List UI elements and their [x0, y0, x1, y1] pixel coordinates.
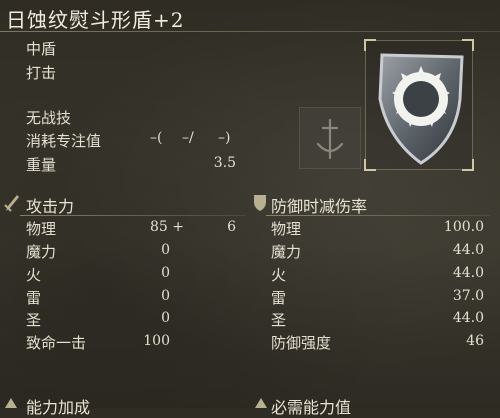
guard-boost-value: 46 — [466, 333, 484, 349]
attack-holy-value: 0 — [161, 310, 170, 326]
fp-cost-part2: –/ — [182, 130, 194, 146]
weapon-type: 中盾 — [26, 40, 57, 58]
sword-icon — [4, 195, 19, 212]
attack-holy-label: 圣 — [26, 311, 42, 329]
fp-cost-part1: –( — [150, 130, 163, 146]
guard-lightning-label: 雷 — [271, 289, 287, 307]
weight-label: 重量 — [26, 156, 57, 174]
skill-name: 无战技 — [26, 109, 72, 127]
item-image-frame — [364, 39, 474, 171]
attribute-scaling-header: 能力加成 — [26, 398, 91, 417]
guard-lightning-value: 37.0 — [452, 288, 484, 304]
attack-physical-value: 85 + — [150, 219, 184, 235]
attributes-required-header: 必需能力值 — [271, 398, 352, 417]
attack-critical-label: 致命一击 — [26, 334, 87, 352]
guard-fire-label: 火 — [271, 266, 287, 284]
attack-header: 攻击力 — [26, 197, 75, 216]
attack-lightning-value: 0 — [161, 288, 170, 304]
guard-magic-value: 44.0 — [452, 242, 484, 258]
guard-divider — [266, 215, 490, 216]
attack-physical-bonus: 6 — [227, 219, 236, 235]
guard-magic-label: 魔力 — [271, 243, 302, 261]
guard-fire-value: 44.0 — [452, 265, 484, 281]
attack-fire-label: 火 — [26, 266, 42, 284]
ash-of-war-sword-icon — [299, 107, 361, 169]
title-divider — [0, 31, 500, 32]
guard-boost-label: 防御强度 — [271, 334, 332, 352]
attack-fire-value: 0 — [161, 265, 170, 281]
attack-lightning-label: 雷 — [26, 289, 42, 307]
guard-header: 防御时减伤率 — [271, 197, 368, 216]
attack-divider — [20, 215, 246, 216]
fp-cost-label: 消耗专注值 — [26, 132, 102, 150]
guard-physical-value: 100.0 — [443, 219, 484, 235]
attack-critical-value: 100 — [143, 333, 170, 349]
guard-physical-label: 物理 — [271, 220, 302, 238]
item-title: 日蚀纹熨斗形盾+2 — [6, 8, 185, 32]
attack-magic-value: 0 — [161, 242, 170, 258]
guard-holy-label: 圣 — [271, 311, 287, 329]
guard-holy-value: 44.0 — [452, 310, 484, 326]
shield-icon — [254, 195, 266, 211]
attack-physical-label: 物理 — [26, 220, 57, 238]
eclipse-heater-shield-icon — [378, 53, 464, 165]
attack-type: 打击 — [26, 64, 57, 82]
fp-cost-part3: –) — [218, 130, 231, 146]
weight-value: 3.5 — [213, 155, 236, 171]
attack-magic-label: 魔力 — [26, 243, 57, 261]
